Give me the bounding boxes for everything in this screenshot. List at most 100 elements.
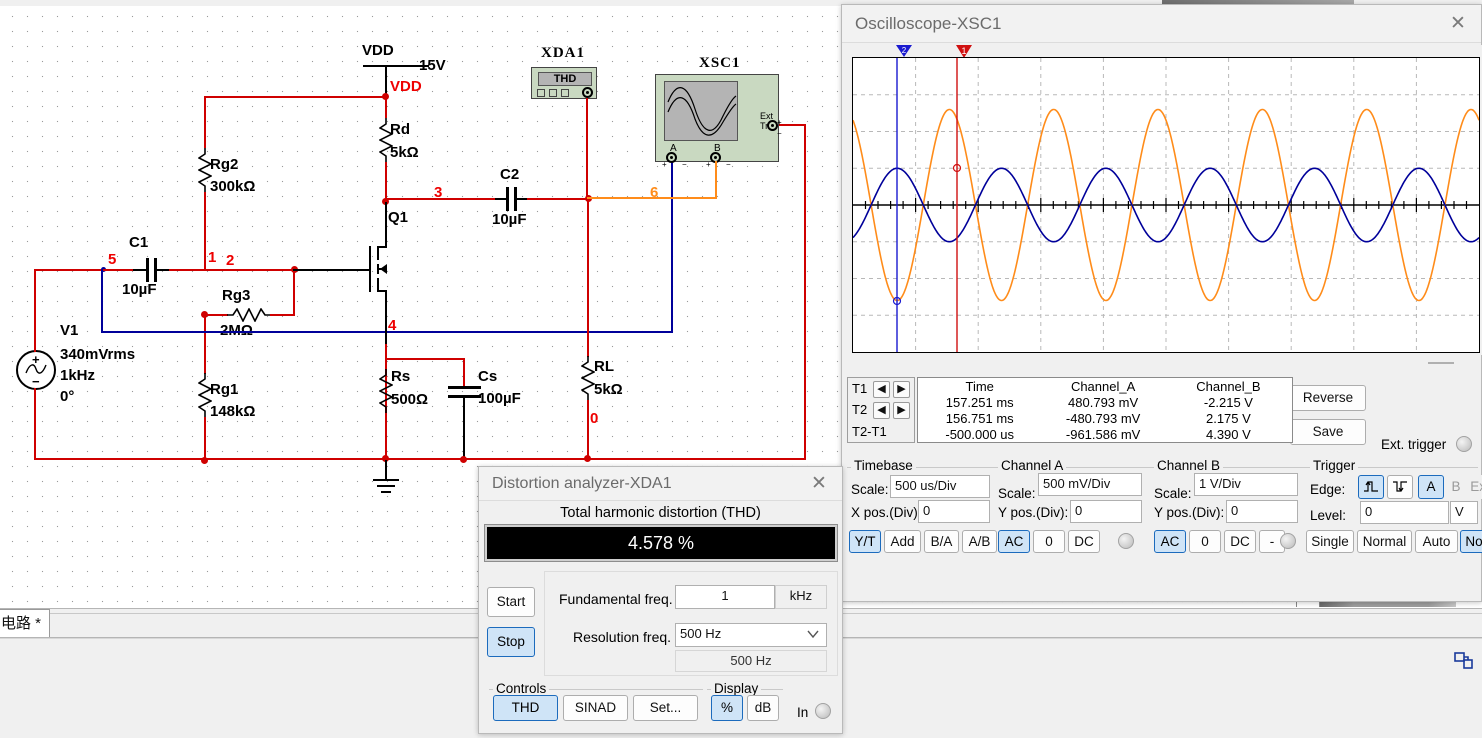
channel-b-ypos-input[interactable]: 0 [1226, 500, 1298, 523]
oscilloscope-titlebar[interactable]: Oscilloscope-XSC1 ✕ [842, 5, 1481, 43]
sinad-button[interactable]: SINAD [563, 695, 628, 721]
channel-a-ypos-label: Y pos.(Div): [998, 505, 1069, 520]
display-percent-button[interactable]: % [711, 695, 743, 721]
trigger-source-b[interactable]: B [1446, 475, 1466, 499]
reverse-button[interactable]: Reverse [1290, 385, 1366, 411]
wire-right-rail [804, 125, 806, 460]
wire-xda1-in [586, 98, 588, 198]
xda1-btn-1 [537, 89, 545, 97]
network-icon[interactable] [1454, 652, 1474, 670]
cha-minus: − [682, 160, 687, 169]
set-button[interactable]: Set... [633, 695, 698, 721]
t1-time: 157.251 ms [945, 394, 1014, 410]
t2-time: 156.751 ms [945, 410, 1014, 426]
wire-c2-node6 [527, 198, 590, 200]
close-icon[interactable]: ✕ [796, 467, 842, 501]
xda1-input-terminal[interactable] [582, 87, 593, 98]
xda1-btn-2 [549, 89, 557, 97]
trigger-single-button[interactable]: Single [1306, 530, 1354, 553]
trigger-auto-button[interactable]: Auto [1415, 530, 1458, 553]
svg-text:1: 1 [961, 46, 966, 56]
tab-circuit[interactable]: 电路 * [0, 609, 51, 637]
channel-a-ypos-input[interactable]: 0 [1070, 500, 1142, 523]
timebase-xpos-input[interactable]: 0 [918, 500, 990, 523]
input-knob[interactable] [815, 703, 831, 719]
distortion-titlebar[interactable]: Distortion analyzer-XDA1 ✕ [479, 467, 842, 501]
delta-time: -500.000 us [945, 426, 1015, 442]
cs-label: Cs [478, 368, 498, 385]
vdd-node-label: VDD [390, 78, 422, 95]
t1-chb: -2.215 V [1203, 394, 1253, 410]
wire-rg1-top [204, 315, 206, 374]
wire-cs-top [463, 358, 465, 387]
wire-v1-top [34, 270, 36, 352]
trigger-level-unit[interactable]: V [1450, 501, 1478, 524]
trigger-source-a[interactable]: A [1418, 475, 1444, 499]
c2-value: 10µF [492, 211, 527, 228]
wire-v1-bottom [34, 388, 36, 460]
wire-c1-left [133, 269, 147, 271]
oscilloscope-window[interactable]: Oscilloscope-XSC1 ✕ 2 1 Reverse Save Ext… [841, 4, 1482, 602]
channel-a-ac-button[interactable]: AC [998, 530, 1030, 553]
thd-button[interactable]: THD [493, 695, 558, 721]
resolution-freq-select[interactable]: 500 Hz [675, 623, 827, 647]
instrument-xda1[interactable]: THD [531, 67, 597, 99]
delta-cha: -961.586 mV [1065, 426, 1141, 442]
t1-right-button[interactable]: ▶ [893, 381, 910, 398]
channel-b-knob[interactable] [1280, 533, 1296, 549]
channel-a-scale-input[interactable]: 500 mV/Div [1038, 473, 1142, 496]
oscilloscope-screen[interactable] [852, 57, 1480, 353]
channel-a-gnd-button[interactable]: 0 [1033, 530, 1065, 553]
c1-value: 10µF [122, 281, 157, 298]
channel-a-dc-button[interactable]: DC [1068, 530, 1100, 553]
save-button[interactable]: Save [1290, 419, 1366, 445]
channel-b-ypos-label: Y pos.(Div): [1154, 505, 1225, 520]
trigger-normal-button[interactable]: Normal [1357, 530, 1412, 553]
resistor-rg3[interactable] [227, 307, 271, 323]
resistor-rl[interactable] [581, 356, 595, 400]
t1-left-button[interactable]: ◀ [873, 381, 890, 398]
timebase-mode-ba[interactable]: B/A [924, 530, 959, 553]
v1-phase: 0° [60, 388, 75, 405]
timebase-mode-yt[interactable]: Y/T [849, 530, 881, 553]
resolution-freq-readout: 500 Hz [675, 650, 827, 672]
fundamental-freq-unit[interactable]: kHz [775, 585, 827, 609]
trigger-none-button[interactable]: None [1460, 530, 1482, 553]
wire-c1-right [156, 269, 170, 271]
trigger-source-ext[interactable]: Ext [1466, 475, 1482, 499]
distortion-analyzer-window[interactable]: Distortion analyzer-XDA1 ✕ Total harmoni… [478, 466, 843, 734]
timebase-scale-input[interactable]: 500 us/Div [890, 475, 990, 498]
chevron-down-icon[interactable] [807, 630, 819, 639]
waveform-preview-icon [667, 87, 737, 136]
falling-edge-icon[interactable] [1387, 475, 1413, 499]
timebase-mode-ab[interactable]: A/B [962, 530, 997, 553]
rising-edge-icon[interactable] [1358, 475, 1384, 499]
display-db-button[interactable]: dB [747, 695, 779, 721]
node-label-0: 0 [590, 410, 599, 427]
timebase-xpos-label: X pos.(Div): [851, 505, 922, 520]
channel-b-gnd-button[interactable]: 0 [1189, 530, 1221, 553]
ext-trigger-knob[interactable] [1456, 436, 1472, 452]
t2-right-button[interactable]: ▶ [893, 402, 910, 419]
cursor-t1-label: T1 [852, 381, 868, 396]
trigger-level-input[interactable]: 0 [1360, 501, 1449, 524]
timebase-mode-add[interactable]: Add [884, 530, 921, 553]
channel-b-scale-input[interactable]: 1 V/Div [1194, 473, 1298, 496]
t2-left-button[interactable]: ◀ [873, 402, 890, 419]
channel-b-ac-button[interactable]: AC [1154, 530, 1186, 553]
stop-button[interactable]: Stop [487, 627, 535, 657]
channel-a-knob[interactable] [1118, 533, 1134, 549]
ext-trigger-label: Ext. trigger [1381, 437, 1447, 452]
fundamental-freq-input[interactable]: 1 [675, 585, 775, 609]
close-icon[interactable]: ✕ [1435, 5, 1481, 43]
trigger-title: Trigger [1310, 458, 1359, 473]
t2-cha: -480.793 mV [1065, 410, 1141, 426]
start-button[interactable]: Start [487, 587, 535, 617]
node-label-2: 2 [226, 252, 235, 269]
xsc1-cha-terminal[interactable] [666, 152, 677, 163]
exttrig-minus: − [777, 129, 782, 138]
xsc1-name: XSC1 [699, 55, 741, 71]
channel-b-dc-button[interactable]: DC [1224, 530, 1256, 553]
instrument-xsc1[interactable]: Ext Trig + − A + − B + − [655, 74, 782, 169]
c1-label: C1 [129, 234, 149, 251]
